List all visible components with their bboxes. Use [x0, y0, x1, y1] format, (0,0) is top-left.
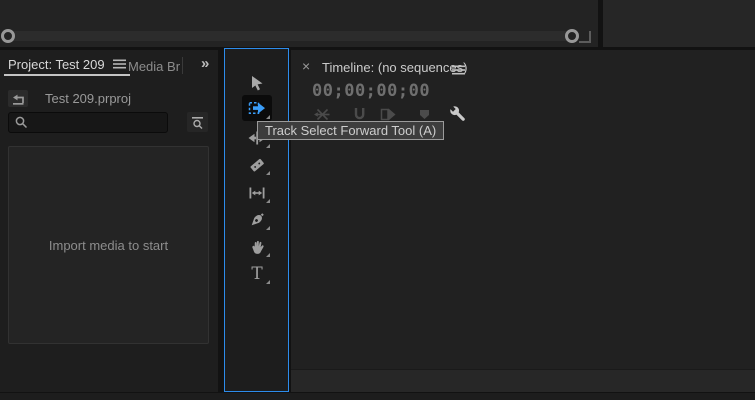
search-bin-button[interactable]: [187, 112, 208, 132]
breadcrumb: Test 209.prproj: [45, 91, 131, 106]
window-bottom-edge: [0, 393, 755, 400]
timeline-panel-menu[interactable]: [452, 62, 465, 80]
razor-tool-icon: [250, 158, 264, 172]
drop-zone-label: Import media to start: [48, 237, 169, 253]
tool-pen[interactable]: [242, 208, 272, 232]
tool-type[interactable]: T: [242, 262, 272, 286]
flyout-indicator: [266, 280, 270, 284]
navigate-up-button[interactable]: [8, 90, 28, 107]
hamburger-icon: [452, 65, 465, 75]
close-panel-icon[interactable]: ×: [302, 59, 310, 73]
timeline-bottom-strip: [291, 369, 755, 392]
project-tab-row: Project: Test 209 Media Bro »: [0, 50, 218, 80]
flyout-indicator: [266, 115, 270, 119]
panel-menu-icon[interactable]: [112, 59, 126, 69]
tools-panel: T: [224, 48, 289, 392]
scrollbar-knob-left[interactable]: [1, 29, 15, 43]
tab-project[interactable]: Project: Test 209: [4, 54, 130, 76]
search-icon: [15, 116, 28, 129]
hamburger-icon: [112, 59, 126, 69]
type-tool-icon: T: [251, 263, 263, 284]
hand-tool-icon: [251, 240, 264, 254]
top-panel-right: [603, 0, 755, 47]
selection-tool-icon: [251, 75, 262, 90]
tool-razor[interactable]: [242, 153, 272, 177]
top-panel-left: [0, 0, 598, 47]
flyout-indicator: [266, 144, 270, 148]
wrench-icon: [449, 105, 465, 121]
timecode-display[interactable]: 00;00;00;00: [312, 81, 430, 101]
flyout-indicator: [266, 171, 270, 175]
tab-media-browser[interactable]: Media Bro: [128, 59, 180, 74]
panel-overflow-chevron[interactable]: »: [201, 55, 209, 72]
timeline-title[interactable]: Timeline: (no sequences): [322, 60, 467, 75]
flyout-indicator: [266, 199, 270, 203]
project-panel: Project: Test 209 Media Bro » Test: [0, 50, 218, 392]
search-box: [8, 112, 168, 133]
scrollbar-knob-right[interactable]: [565, 29, 579, 43]
timeline-panel: × Timeline: (no sequences) 00;00;00;00: [291, 50, 755, 392]
tab-project-label: Project: Test 209: [8, 56, 105, 72]
import-media-drop-zone[interactable]: Import media to start: [8, 146, 209, 344]
resize-corner-handle[interactable]: [579, 31, 591, 43]
tab-separator: [182, 57, 183, 74]
flyout-indicator: [266, 253, 270, 257]
tool-hand[interactable]: [242, 235, 272, 259]
horizontal-scrollbar-track: [4, 31, 574, 41]
tool-selection[interactable]: [242, 71, 272, 95]
project-panel-toolbar: [0, 358, 218, 392]
search-input[interactable]: [33, 115, 153, 130]
pen-tool-icon: [251, 213, 264, 226]
navigate-up-icon: [13, 94, 24, 105]
flyout-indicator: [266, 226, 270, 230]
track-select-forward-icon: [248, 102, 265, 115]
tooltip-track-select-forward: Track Select Forward Tool (A): [257, 121, 445, 140]
premiere-pro-window: Project: Test 209 Media Bro » Test: [0, 0, 755, 400]
timeline-display-settings-button[interactable]: [448, 104, 468, 124]
tool-track-select-forward[interactable]: [242, 95, 272, 121]
search-bin-icon: [192, 116, 203, 129]
slip-tool-icon: [249, 187, 265, 199]
tool-slip[interactable]: [242, 181, 272, 205]
